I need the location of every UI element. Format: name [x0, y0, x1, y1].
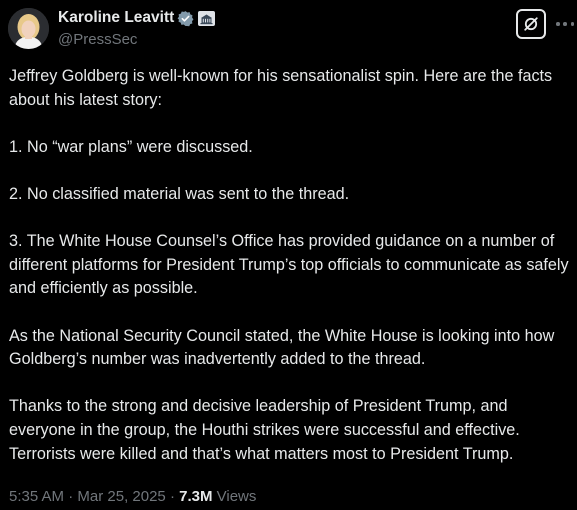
meta-separator: ·: [64, 488, 78, 505]
name-row: Karoline Leavitt: [58, 8, 216, 28]
tweet-paragraph: Jeffrey Goldberg is well-known for his s…: [9, 67, 553, 109]
tweet-paragraph: 2. No classified material was sent to th…: [9, 184, 350, 203]
avatar[interactable]: [8, 8, 49, 49]
grok-button[interactable]: [516, 9, 546, 39]
grok-icon: [524, 17, 538, 31]
more-options-icon: [556, 22, 560, 26]
tweet-paragraph: 1. No “war plans” were discussed.: [9, 137, 253, 156]
tweet-text: Jeffrey Goldberg is well-known for his s…: [9, 65, 575, 466]
tweet-metadata: 5:35 AM · Mar 25, 2025 · 7.3M Views: [9, 488, 256, 505]
more-options-icon: [570, 22, 574, 26]
author-block: Karoline Leavitt @PressSec: [58, 8, 216, 48]
tweet-date[interactable]: Mar 25, 2025: [77, 488, 165, 505]
views-label: Views: [212, 488, 257, 505]
verified-check-icon[interactable]: [177, 10, 194, 27]
tweet-paragraph: Thanks to the strong and decisive leader…: [9, 397, 520, 463]
meta-separator: ·: [165, 488, 180, 505]
tweet-paragraph: 3. The White House Counsel’s Office has …: [9, 232, 569, 298]
author-display-name[interactable]: Karoline Leavitt: [58, 9, 174, 27]
more-options-button[interactable]: [556, 16, 574, 32]
tweet-paragraph: As the National Security Council stated,…: [9, 326, 555, 369]
avatar-image: [8, 8, 49, 49]
tweet: Karoline Leavitt @PressSec Jeffrey Goldb…: [0, 0, 577, 510]
views-count[interactable]: 7.3M: [179, 488, 212, 505]
tweet-time[interactable]: 5:35 AM: [9, 488, 64, 505]
more-options-icon: [563, 22, 567, 26]
author-handle[interactable]: @PressSec: [58, 31, 215, 48]
white-house-icon[interactable]: [198, 10, 216, 26]
